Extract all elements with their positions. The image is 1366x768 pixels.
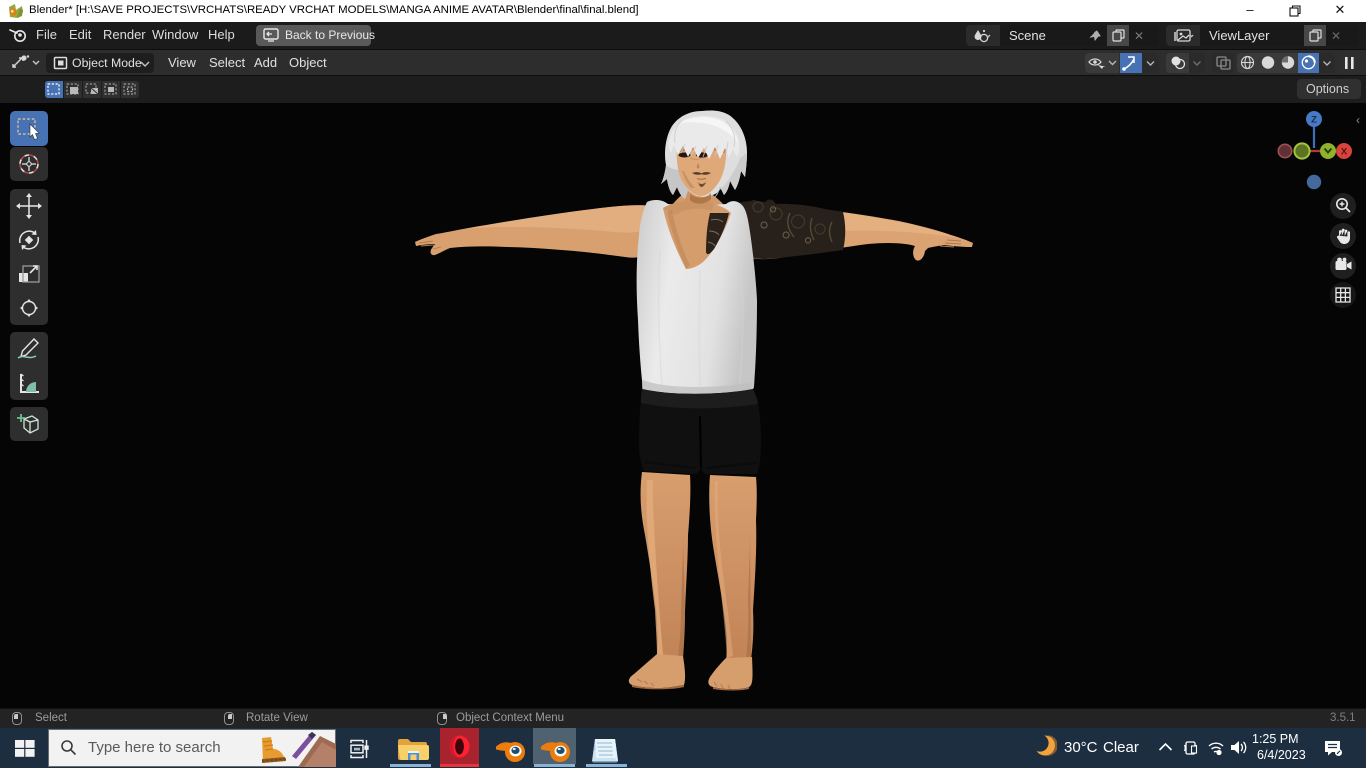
svg-text:X: X [1341, 147, 1348, 158]
svg-text:Z: Z [1311, 115, 1317, 126]
